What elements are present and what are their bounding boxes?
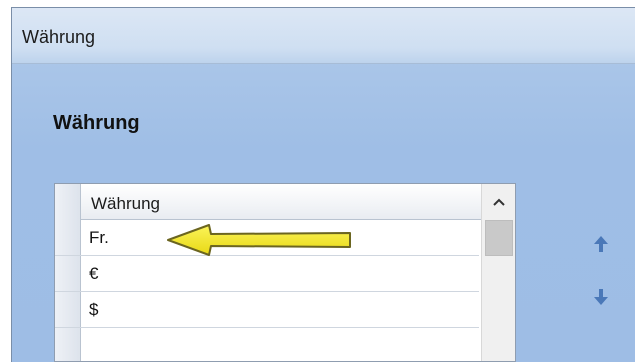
- arrow-down-icon: [594, 289, 608, 305]
- move-down-button[interactable]: [589, 285, 613, 309]
- currency-cell[interactable]: $: [89, 300, 98, 320]
- window-title: Währung: [22, 27, 96, 47]
- chevron-up-icon: [492, 198, 505, 206]
- grid-header: Währung: [55, 184, 515, 220]
- screen: Währung Währung Währung Fr. € $: [0, 0, 635, 362]
- table-row[interactable]: [55, 328, 479, 361]
- currency-cell[interactable]: Fr.: [89, 228, 109, 248]
- row-selector[interactable]: [55, 256, 81, 291]
- scroll-up-button[interactable]: [482, 184, 515, 220]
- row-selector[interactable]: [55, 292, 81, 327]
- row-selector[interactable]: [55, 328, 81, 361]
- row-selector[interactable]: [55, 220, 81, 255]
- arrow-up-icon: [594, 236, 608, 252]
- scroll-thumb[interactable]: [485, 220, 513, 256]
- currency-grid[interactable]: Währung Fr. € $: [54, 183, 516, 362]
- header-row-selector[interactable]: [55, 184, 81, 220]
- move-up-button[interactable]: [589, 232, 613, 256]
- table-row[interactable]: $: [55, 292, 479, 328]
- title-bar: Währung: [12, 8, 635, 64]
- currency-cell[interactable]: €: [89, 264, 98, 284]
- yellow-arrow-icon: [167, 224, 351, 256]
- vertical-scrollbar[interactable]: [481, 184, 515, 361]
- column-header-waehrung[interactable]: Währung: [91, 194, 160, 214]
- section-heading: Währung: [53, 112, 140, 134]
